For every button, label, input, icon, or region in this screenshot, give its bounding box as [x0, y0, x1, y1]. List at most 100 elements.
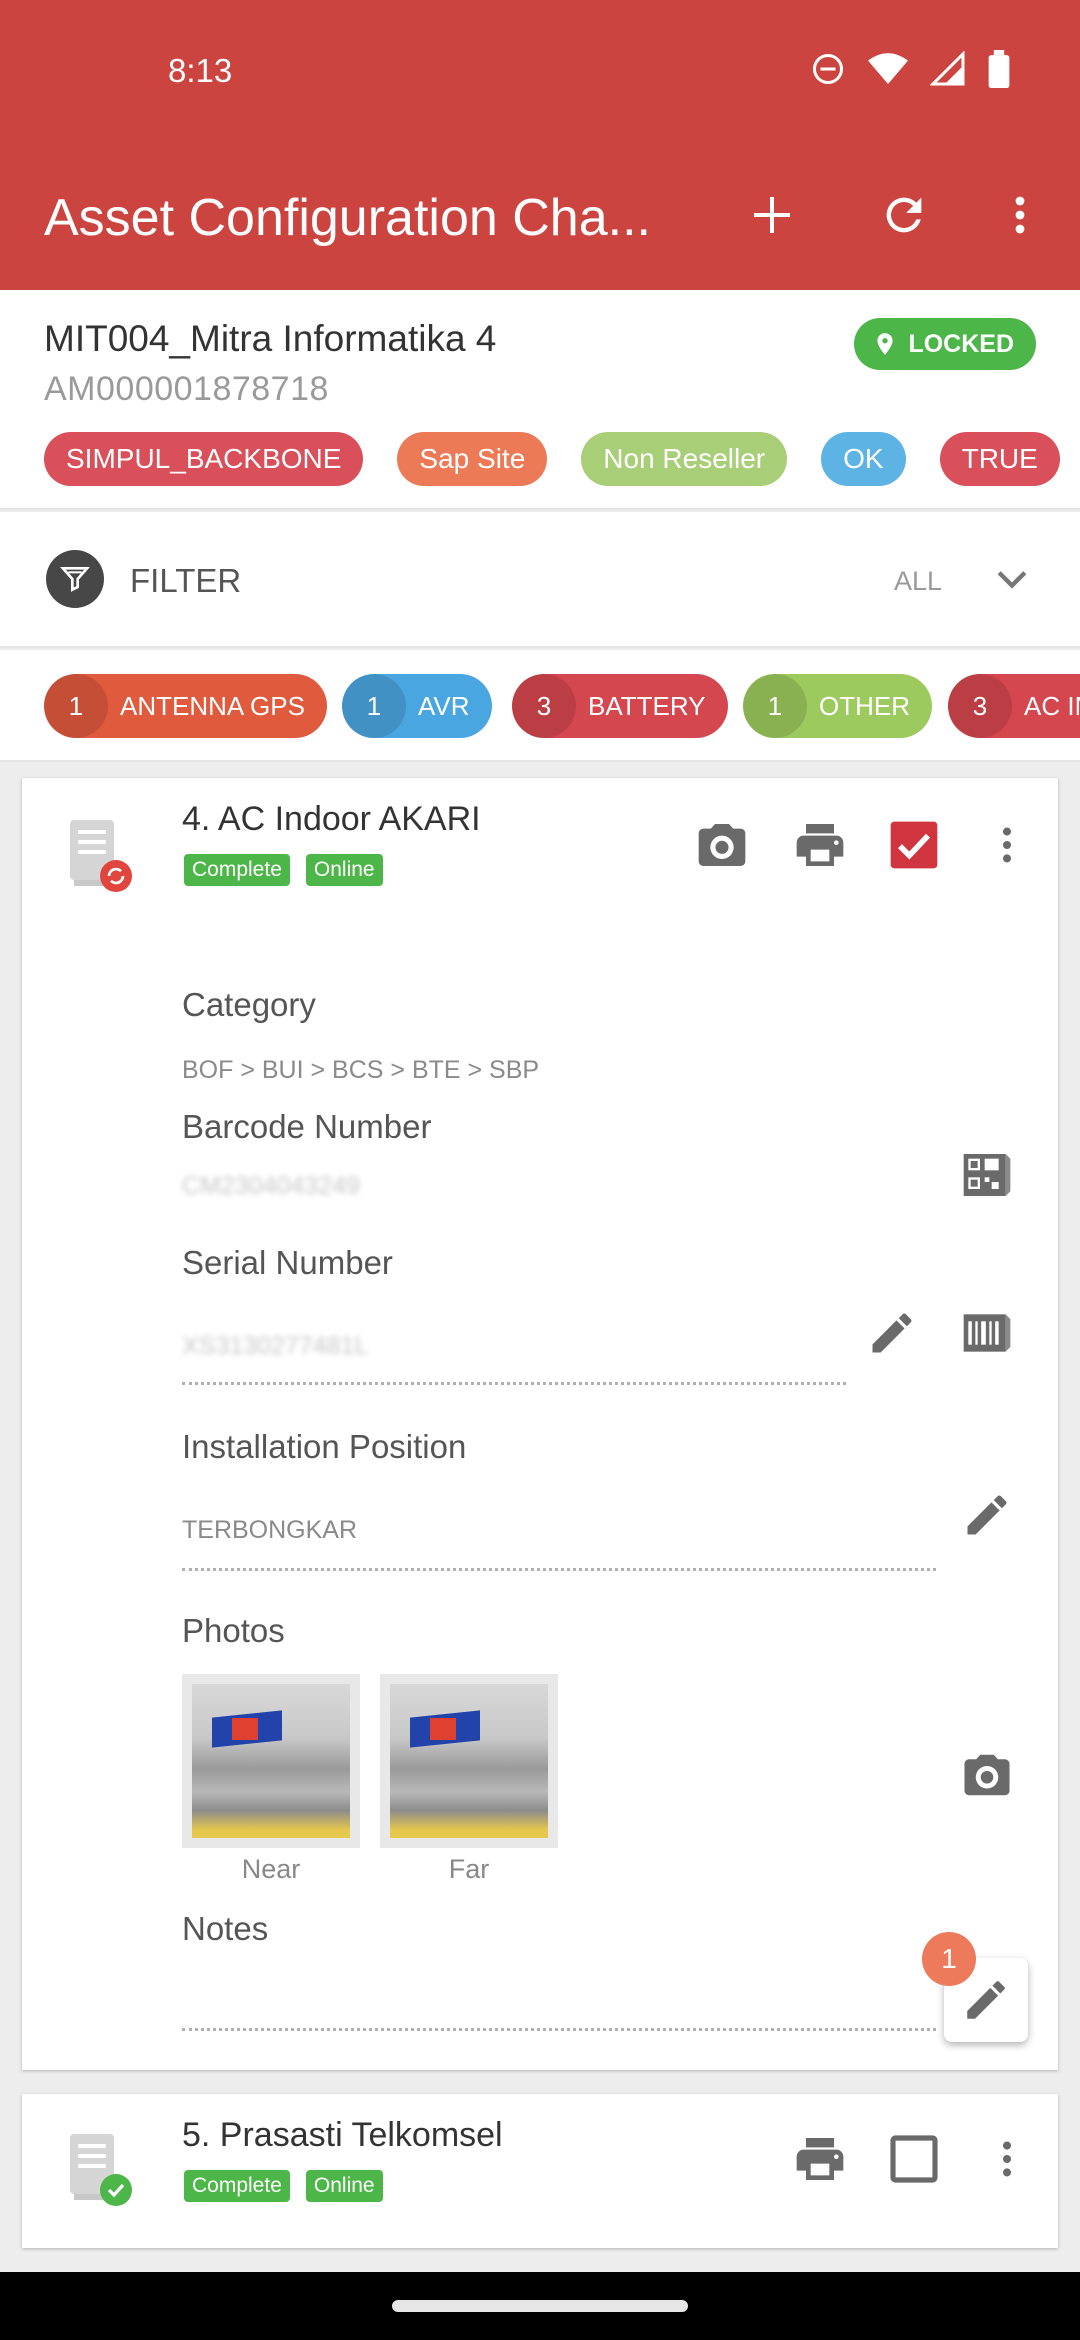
status-time: 8:13	[168, 52, 233, 89]
barcode-label: Barcode Number	[182, 1108, 432, 1145]
chip-label: ANTENNA GPS	[120, 690, 305, 721]
camera-button[interactable]	[687, 810, 757, 880]
chip-antenna-gps[interactable]: 1 ANTENNA GPS	[44, 674, 327, 738]
status-icons	[810, 50, 1010, 88]
more-vert-icon	[1015, 196, 1025, 234]
serial-underline	[182, 1382, 846, 1385]
camera-icon	[964, 1754, 1010, 1796]
system-nav-bar	[0, 2272, 1080, 2340]
qr-code-icon	[963, 1154, 1011, 1196]
lock-status-badge: LOCKED	[854, 318, 1036, 370]
plus-icon	[754, 197, 790, 233]
chip-battery[interactable]: 3 BATTERY	[512, 674, 728, 738]
status-badge: Complete	[184, 854, 290, 886]
home-gesture-handle[interactable]	[392, 2300, 688, 2312]
photo-near-thumbnail[interactable]	[182, 1674, 360, 1848]
lock-status-label: LOCKED	[908, 329, 1014, 358]
refresh-button[interactable]	[864, 175, 944, 255]
tag-ok: OK	[821, 432, 906, 486]
asset-checkbox[interactable]	[879, 810, 949, 880]
battery-icon	[988, 50, 1010, 88]
checkbox-unchecked-icon	[890, 2135, 938, 2183]
filter-label: FILTER	[130, 562, 242, 599]
asset-title: 4. AC Indoor AKARI	[182, 800, 481, 838]
add-photo-button[interactable]	[952, 1740, 1022, 1810]
photo-far-thumbnail[interactable]	[380, 1674, 558, 1848]
print-button[interactable]	[785, 2124, 855, 2194]
serial-label: Serial Number	[182, 1244, 393, 1281]
printer-icon	[796, 824, 844, 866]
printer-icon	[796, 2138, 844, 2180]
asset-badges: Complete Online	[184, 2170, 383, 2202]
category-value: BOF > BUI > BCS > BTE > SBP	[182, 1056, 540, 1084]
photo-near-caption: Near	[241, 1854, 301, 1884]
site-asset-id: AM000001878718	[44, 370, 329, 408]
add-button[interactable]	[732, 175, 812, 255]
chip-label: AVR	[418, 690, 470, 721]
chip-count: 3	[948, 674, 1012, 738]
checkbox-checked-icon	[890, 821, 938, 869]
overflow-menu-button[interactable]	[980, 175, 1060, 255]
barcode-icon	[963, 1314, 1011, 1352]
refresh-icon	[886, 197, 922, 233]
filter-icon	[46, 550, 104, 608]
chip-other[interactable]: 1 OTHER	[743, 674, 932, 738]
more-vert-icon	[1002, 2141, 1012, 2177]
chip-label: OTHER	[819, 690, 910, 721]
chip-count: 1	[743, 674, 807, 738]
site-tags: SIMPUL_BACKBONE Sap Site Non Reseller OK…	[44, 432, 1060, 486]
notes-label: Notes	[182, 1910, 269, 1947]
asset-title: 5. Prasasti Telkomsel	[182, 2116, 503, 2154]
category-chip-row[interactable]: 1 ANTENNA GPS 1 AVR 3 BATTERY 1 OTHER 3 …	[0, 650, 1080, 762]
chip-count: 3	[512, 674, 576, 738]
more-vert-icon	[1002, 827, 1012, 863]
status-badge: Complete	[184, 2170, 290, 2202]
pencil-icon	[872, 1313, 912, 1353]
filter-value[interactable]: ALL	[894, 566, 942, 597]
site-header-card: MIT004_Mitra Informatika 4 AM00000187871…	[0, 290, 1080, 510]
tag-sap-site: Sap Site	[397, 432, 548, 486]
asset-sync-icon	[62, 816, 134, 896]
filter-row[interactable]: FILTER ALL	[0, 512, 1080, 648]
qr-scan-button[interactable]	[952, 1140, 1022, 1210]
notes-underline	[182, 2028, 936, 2031]
chip-ac-indoor[interactable]: 3 AC IN	[948, 674, 1080, 738]
edit-serial-button[interactable]	[857, 1298, 927, 1368]
notes-count-badge: 1	[922, 1932, 976, 1986]
filter-dropdown-button[interactable]	[982, 550, 1042, 610]
edit-position-button[interactable]	[952, 1480, 1022, 1550]
site-name: MIT004_Mitra Informatika 4	[44, 318, 497, 359]
photo-far-caption: Far	[448, 1854, 490, 1884]
asset-card[interactable]: 5. Prasasti Telkomsel Complete Online	[22, 2094, 1058, 2248]
location-pin-icon	[877, 333, 894, 355]
barcode-scan-button[interactable]	[952, 1298, 1022, 1368]
chip-count: 1	[342, 674, 406, 738]
asset-menu-button[interactable]	[972, 810, 1042, 880]
installation-position-label: Installation Position	[182, 1428, 467, 1465]
tag-true: TRUE	[939, 432, 1060, 486]
chip-label: AC IN	[1024, 690, 1080, 721]
chip-avr[interactable]: 1 AVR	[342, 674, 492, 738]
asset-card[interactable]: 4. AC Indoor AKARI Complete Online Categ…	[22, 778, 1058, 2070]
print-button[interactable]	[785, 810, 855, 880]
asset-checkbox[interactable]	[879, 2124, 949, 2194]
photos-label: Photos	[182, 1612, 285, 1649]
category-label: Category	[182, 986, 316, 1023]
position-underline	[182, 1568, 936, 1571]
wifi-icon	[868, 53, 908, 84]
serial-value: XS3130277481L	[182, 1332, 369, 1360]
camera-icon	[698, 824, 746, 866]
chip-count: 1	[44, 674, 108, 738]
online-badge: Online	[305, 2170, 383, 2202]
online-badge: Online	[305, 854, 383, 886]
dnd-icon	[813, 54, 843, 84]
asset-menu-button[interactable]	[972, 2124, 1042, 2194]
page-title: Asset Configuration Cha...	[44, 189, 651, 247]
chevron-down-icon	[997, 571, 1027, 589]
pencil-icon	[967, 1981, 1005, 2019]
asset-ok-icon	[62, 2130, 134, 2210]
installation-position-value: TERBONGKAR	[182, 1516, 358, 1544]
signal-icon	[930, 51, 965, 86]
tag-backbone: SIMPUL_BACKBONE	[44, 432, 364, 486]
app-header: 8:13 Asset Configuration Cha...	[0, 0, 1080, 290]
